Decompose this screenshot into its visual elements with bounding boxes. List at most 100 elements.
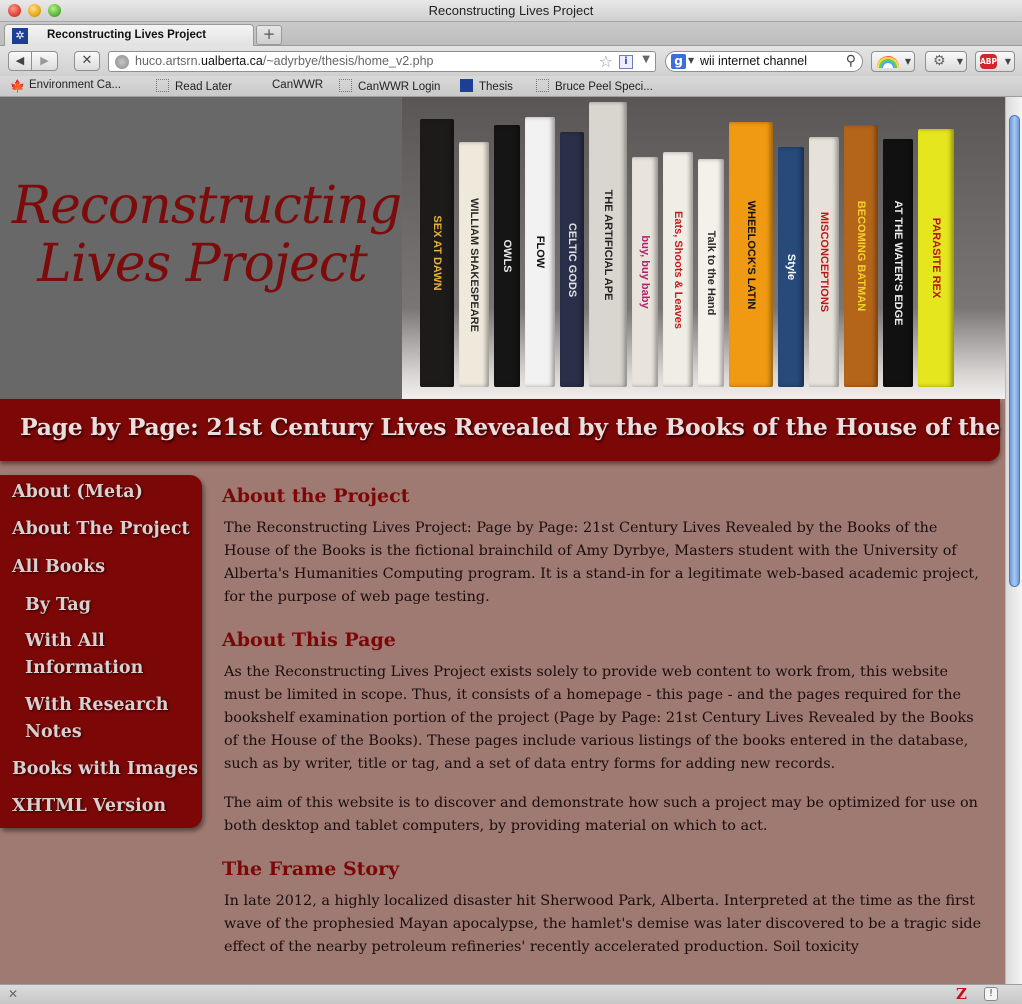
search-icon[interactable]: ⚲ (846, 53, 856, 69)
nav-about-meta[interactable]: About (Meta) (12, 479, 143, 506)
book-spine: BECOMING BATMAN (844, 125, 878, 387)
book-spine: SEX AT DAWN (420, 119, 454, 387)
book-spine: WHEELOCK'S LATIN (729, 122, 773, 387)
paragraph: As the Reconstructing Lives Project exis… (224, 664, 974, 772)
book-spine-title: Eats, Shoots & Leaves (672, 210, 684, 329)
paragraph: The aim of this website is to discover a… (224, 795, 978, 834)
maple-leaf-icon: 🍁 (10, 79, 25, 93)
window-title: Reconstructing Lives Project (428, 3, 594, 18)
bookmark-canwwr-login[interactable]: CanWWR Login (339, 79, 440, 93)
banner-title: Page by Page: 21st Century Lives Reveale… (20, 413, 1005, 441)
book-spine: CELTIC GODS (560, 132, 584, 387)
book-spine: buy, buy baby (632, 157, 658, 387)
info-icon[interactable]: ! (984, 987, 998, 1001)
book-spine-title: WHEELOCK'S LATIN (745, 200, 757, 309)
rainbow-extension-button[interactable]: ▼ (871, 51, 915, 72)
huco-favicon-icon: ✲ (12, 28, 28, 44)
tab-label: Reconstructing Lives Project (47, 29, 207, 41)
adblock-icon: ABP (980, 54, 997, 69)
section-heading: About the Project (222, 485, 410, 507)
book-spine: Style (778, 147, 804, 387)
project-banner: Page by Page: 21st Century Lives Reveale… (0, 399, 1005, 461)
nav-about-project[interactable]: About The Project (12, 516, 190, 543)
paragraph: In late 2012, a highly localized disaste… (224, 893, 982, 955)
book-spine: Eats, Shoots & Leaves (663, 152, 693, 387)
book-spine-title: CELTIC GODS (566, 222, 578, 297)
url-history-dropdown-icon[interactable]: ▼ (642, 54, 650, 65)
new-tab-button[interactable]: + (256, 25, 282, 45)
book-spine-title: SEX AT DAWN (431, 215, 443, 291)
book-spine-title: PARASITE REX (930, 217, 942, 299)
back-button[interactable]: ◀ (8, 51, 32, 71)
bookmark-star-icon[interactable]: ☆ (599, 52, 613, 71)
bookmark-thesis[interactable]: Thesis (460, 79, 513, 93)
bookmark-read-later[interactable]: Read Later (156, 79, 232, 93)
bookmark-canwwr[interactable]: CanWWR (272, 79, 323, 91)
bookshelf-image: SEX AT DAWN WILLIAM SHAKESPEARE OWLS FLOW CE… (402, 97, 1005, 399)
book-spine-title: FLOW (534, 235, 546, 269)
bookmark-bruce-peel[interactable]: Bruce Peel Speci... (536, 79, 653, 93)
chevron-down-icon[interactable]: ▼ (957, 57, 963, 66)
page-scrollbar[interactable] (1005, 97, 1022, 984)
nav-xhtml-version[interactable]: XHTML Version (12, 793, 166, 820)
tab-active[interactable]: ✲ Reconstructing Lives Project (4, 24, 254, 46)
book-spine-title: buy, buy baby (639, 235, 651, 309)
book-spine: OWLS (494, 125, 520, 387)
section-heading: The Frame Story (222, 858, 400, 880)
page-viewport: Reconstructing Lives Project SEX AT DAWN… (0, 97, 1005, 984)
window-titlebar: Reconstructing Lives Project (0, 0, 1022, 22)
info-icon[interactable]: i (619, 55, 633, 69)
search-input[interactable]: wii internet channel (700, 54, 807, 68)
main-content: About the Project The Reconstructing Liv… (222, 485, 982, 975)
book-spine: Talk to the Hand (698, 159, 724, 387)
url-bar[interactable]: huco.artsrn.ualberta.ca/~adyrbye/thesis/… (108, 51, 656, 72)
site-header: Reconstructing Lives Project SEX AT DAWN… (0, 97, 1005, 399)
site-identity-icon[interactable] (115, 55, 129, 69)
huco-favicon-icon (460, 79, 473, 92)
page-icon (156, 79, 169, 92)
book-spine-title: THE ARTIFICIAL APE (602, 189, 614, 300)
chevron-down-icon[interactable]: ▼ (1005, 57, 1011, 66)
section-heading: About This Page (222, 629, 396, 651)
bookmarks-toolbar: 🍁 Environment Ca... Read Later CanWWR Can… (0, 76, 1022, 97)
nav-with-research-notes[interactable]: With Research Notes (25, 692, 190, 746)
url-text[interactable]: huco.artsrn.ualberta.ca/~adyrbye/thesis/… (135, 54, 433, 68)
chevron-down-icon[interactable]: ▼ (905, 57, 911, 66)
search-bar[interactable]: g ▼ wii internet channel ⚲ (665, 51, 863, 72)
book-spine-title: MISCONCEPTIONS (818, 211, 830, 313)
engine-dropdown-icon[interactable]: ▼ (688, 56, 694, 65)
site-title-line-1: Reconstructing (12, 176, 402, 236)
nav-all-books[interactable]: All Books (12, 554, 105, 581)
status-bar: ✕ Z ! (0, 984, 1022, 1004)
tools-extension-button[interactable]: ⚙ ▼ (925, 51, 967, 72)
nav-books-with-images[interactable]: Books with Images (12, 756, 198, 783)
google-engine-icon[interactable]: g (671, 54, 686, 69)
book-spine-title: WILLIAM SHAKESPEARE (468, 197, 480, 332)
nav-with-all-information[interactable]: With All Information (25, 628, 175, 682)
page-icon (536, 79, 549, 92)
rainbow-icon (877, 56, 899, 68)
tab-bar: ✲ Reconstructing Lives Project + (0, 22, 1022, 46)
book-spine: WILLIAM SHAKESPEARE (459, 142, 489, 387)
book-spine-title: Style (785, 253, 797, 281)
book-spine: MISCONCEPTIONS (809, 137, 839, 387)
book-spine-title: AT THE WATER'S EDGE (892, 200, 904, 326)
zotero-icon[interactable]: Z (956, 985, 967, 1003)
book-spine: FLOW (525, 117, 555, 387)
site-title: Reconstructing Lives Project (12, 176, 402, 294)
book-spine-title: BECOMING BATMAN (855, 200, 867, 312)
adblock-button[interactable]: ABP ▼ (975, 51, 1015, 72)
bookmark-environment-canada[interactable]: 🍁 Environment Ca... (10, 79, 121, 93)
site-title-line-2: Lives Project (37, 234, 368, 294)
book-spine: AT THE WATER'S EDGE (883, 139, 913, 387)
forward-button[interactable]: ▶ (32, 51, 58, 71)
book-spine-title: OWLS (501, 239, 513, 273)
sidebar-nav: About (Meta) About The Project All Books… (0, 475, 202, 828)
stop-button[interactable]: ✕ (74, 51, 100, 71)
book-spine-title: Talk to the Hand (705, 230, 717, 316)
close-icon[interactable]: ✕ (8, 987, 18, 1001)
scrollbar-thumb[interactable] (1009, 115, 1020, 587)
navigation-toolbar: ◀ ▶ ✕ huco.artsrn.ualberta.ca/~adyrbye/t… (0, 46, 1022, 76)
nav-by-tag[interactable]: By Tag (25, 592, 91, 619)
gear-icon: ⚙ (933, 53, 946, 69)
